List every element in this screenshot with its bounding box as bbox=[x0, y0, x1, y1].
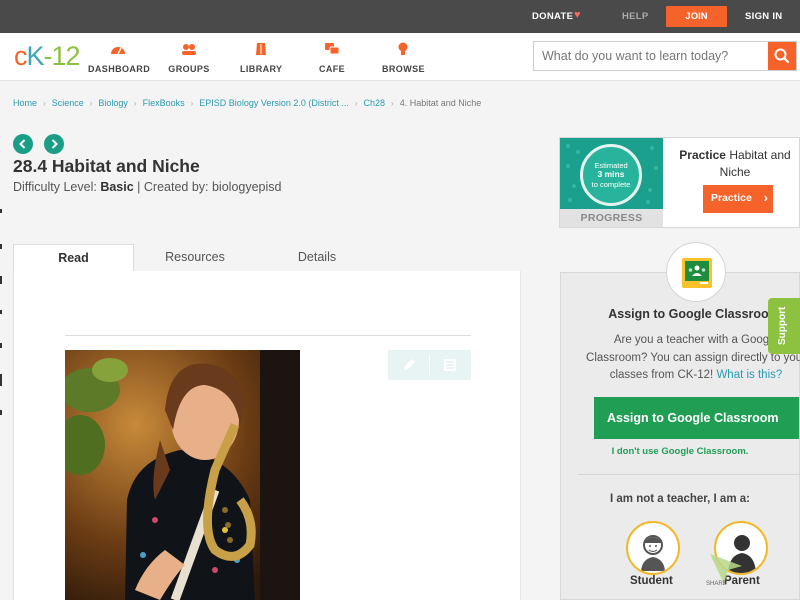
chevron-right-icon: › bbox=[763, 190, 768, 205]
practice-progress-tile[interactable]: Estimated 3 mins to complete PROGRESS bbox=[560, 138, 663, 227]
breadcrumb-science[interactable]: Science bbox=[52, 98, 84, 108]
annotation-toolbar bbox=[388, 350, 471, 380]
support-tab[interactable]: Support bbox=[768, 298, 800, 354]
chevron-right-icon: › bbox=[354, 99, 358, 108]
breadcrumb-flexbooks[interactable]: FlexBooks bbox=[143, 98, 185, 108]
nav-label: GROUPS bbox=[168, 64, 210, 74]
next-lesson-button[interactable] bbox=[44, 134, 64, 154]
search-icon bbox=[774, 48, 790, 64]
practice-button[interactable]: Practice › bbox=[703, 185, 773, 213]
practice-card: Estimated 3 mins to complete PROGRESS Pr… bbox=[559, 137, 800, 228]
lesson-meta: Difficulty Level: Basic | Created by: bi… bbox=[13, 180, 281, 194]
estimate-minutes: 3 mins bbox=[597, 169, 625, 179]
search-input[interactable] bbox=[534, 42, 769, 70]
nav-label: BROWSE bbox=[382, 64, 425, 74]
chat-bubbles-icon bbox=[325, 43, 340, 55]
pencil-icon[interactable] bbox=[400, 356, 418, 374]
nav-label: LIBRARY bbox=[240, 64, 283, 74]
sign-in-link[interactable]: SIGN IN bbox=[745, 11, 782, 22]
side-toolbar-mark bbox=[0, 410, 2, 415]
classroom-title: Assign to Google Classroom bbox=[608, 307, 780, 321]
lightbulb-icon bbox=[398, 42, 408, 55]
divider bbox=[65, 335, 471, 336]
not-teacher-label: I am not a teacher, I am a: bbox=[610, 493, 750, 505]
chevron-right-icon: › bbox=[89, 99, 93, 108]
side-toolbar-mark bbox=[0, 276, 2, 284]
donate-link[interactable]: DONATE bbox=[532, 11, 573, 22]
dont-use-classroom-link[interactable]: I don't use Google Classroom. bbox=[580, 446, 780, 457]
saxophone-player-image bbox=[65, 350, 300, 600]
join-button[interactable]: JOIN bbox=[666, 6, 727, 27]
breadcrumb: Home › Science › Biology › FlexBooks › EPISD Bio… bbox=[13, 98, 481, 108]
lesson-tabs: Read Resources Details bbox=[13, 244, 521, 272]
tab-details[interactable]: Details bbox=[256, 244, 378, 272]
lesson-content bbox=[13, 271, 521, 600]
chevron-right-icon: › bbox=[133, 99, 137, 108]
assign-google-classroom-button[interactable]: Assign to Google Classroom bbox=[594, 397, 799, 439]
chevron-right-icon: › bbox=[43, 99, 46, 108]
nav-cafe[interactable]: CAFE bbox=[316, 42, 348, 74]
side-toolbar-mark bbox=[0, 374, 2, 386]
classroom-description: Are you a teacher with a Google Classroo… bbox=[586, 334, 800, 381]
breadcrumb-chapter[interactable]: Ch28 bbox=[364, 98, 386, 108]
chevron-left-icon bbox=[19, 139, 26, 149]
created-by: | Created by: biologyepisd bbox=[137, 180, 282, 194]
top-bar: DONATE ♥ HELP JOIN SIGN IN bbox=[0, 0, 800, 33]
groups-icon bbox=[182, 44, 196, 55]
breadcrumb-home[interactable]: Home bbox=[13, 98, 37, 108]
side-toolbar-mark bbox=[0, 343, 2, 348]
breadcrumb-book[interactable]: EPISD Biology Version 2.0 (District ... bbox=[199, 98, 349, 108]
main-header: cK-12 DASHBOARD GROUPS LIBRARY CAFE BROW… bbox=[0, 33, 800, 81]
time-estimate-ring: Estimated 3 mins to complete bbox=[580, 144, 642, 206]
heart-icon[interactable]: ♥ bbox=[574, 9, 581, 21]
search-bar bbox=[533, 41, 797, 71]
student-role-button[interactable] bbox=[626, 521, 680, 575]
previous-lesson-button[interactable] bbox=[13, 134, 33, 154]
tab-read[interactable]: Read bbox=[13, 244, 134, 272]
what-is-this-link[interactable]: What is this? bbox=[716, 369, 782, 381]
chevron-right-icon bbox=[51, 139, 58, 149]
practice-title: Practice Habitat and Niche bbox=[679, 148, 791, 179]
nav-label: DASHBOARD bbox=[88, 64, 151, 74]
difficulty-label: Difficulty Level: bbox=[13, 180, 97, 194]
nav-dashboard[interactable]: DASHBOARD bbox=[88, 42, 151, 74]
progress-label: PROGRESS bbox=[580, 212, 643, 224]
chevron-right-icon: › bbox=[190, 99, 194, 108]
help-link[interactable]: HELP bbox=[622, 11, 649, 22]
nav-library[interactable]: LIBRARY bbox=[240, 42, 282, 74]
search-button[interactable] bbox=[768, 42, 796, 70]
google-classroom-logo-circle bbox=[666, 242, 726, 302]
notes-icon[interactable] bbox=[441, 356, 459, 374]
share-label[interactable]: SHARE bbox=[706, 581, 727, 587]
breadcrumb-current: 4. Habitat and Niche bbox=[399, 98, 482, 108]
estimate-text: to complete bbox=[591, 180, 631, 189]
nav-browse[interactable]: BROWSE bbox=[382, 42, 425, 74]
divider bbox=[578, 474, 800, 475]
tab-resources[interactable]: Resources bbox=[134, 244, 256, 272]
google-classroom-icon bbox=[682, 258, 712, 288]
student-label: Student bbox=[630, 575, 673, 587]
side-toolbar-mark bbox=[0, 244, 2, 249]
breadcrumb-biology[interactable]: Biology bbox=[98, 98, 128, 108]
nav-label: CAFE bbox=[318, 64, 346, 74]
difficulty-value: Basic bbox=[100, 180, 134, 194]
support-label: Support bbox=[777, 306, 788, 345]
library-icon bbox=[256, 43, 266, 55]
nav-groups[interactable]: GROUPS bbox=[168, 42, 210, 74]
lesson-photo bbox=[65, 350, 300, 600]
student-icon bbox=[641, 535, 665, 571]
dashboard-icon bbox=[111, 47, 125, 55]
side-toolbar-mark bbox=[0, 209, 2, 213]
toolbar-divider bbox=[429, 355, 430, 375]
chevron-right-icon: › bbox=[391, 99, 394, 108]
ck12-logo[interactable]: cK-12 bbox=[14, 42, 81, 70]
page-title: 28.4 Habitat and Niche bbox=[13, 156, 200, 176]
side-toolbar-mark bbox=[0, 310, 2, 314]
